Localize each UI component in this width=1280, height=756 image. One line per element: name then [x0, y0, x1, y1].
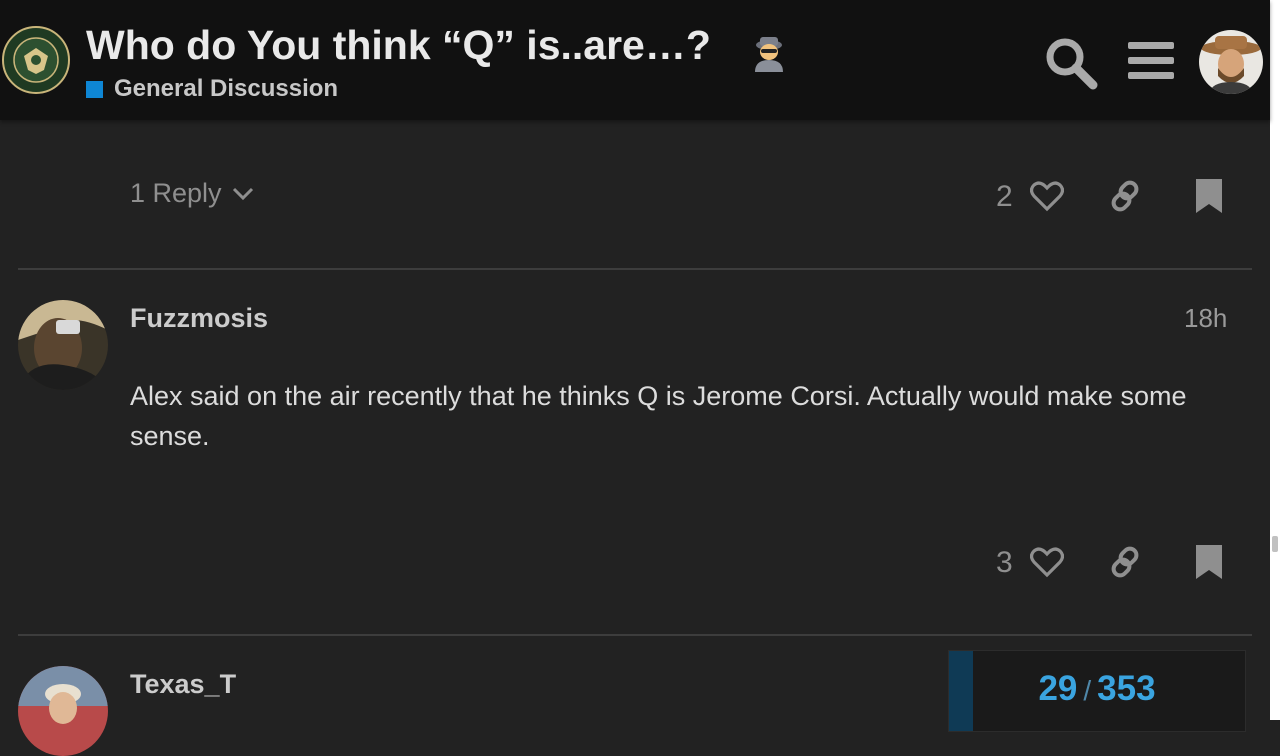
menu-icon[interactable]	[1128, 40, 1174, 82]
link-icon[interactable]	[1108, 179, 1142, 213]
heart-icon[interactable]	[1030, 180, 1064, 212]
post-avatar[interactable]	[18, 666, 108, 756]
progress-total: 353	[1097, 669, 1156, 708]
post-username[interactable]: Texas_T	[130, 669, 236, 700]
post-body: Alex said on the air recently that he th…	[130, 381, 1187, 451]
category-label: General Discussion	[114, 75, 339, 102]
category-badge[interactable]: General Discussion	[86, 75, 338, 103]
progress-current: 29	[1038, 669, 1078, 708]
post-date[interactable]: 18h	[1184, 303, 1227, 334]
topic-header: Who do You think “Q” is..are…? General D…	[0, 0, 1270, 120]
show-replies-button[interactable]: 1 Reply	[130, 178, 254, 209]
post-divider	[18, 634, 1252, 636]
search-icon[interactable]	[1044, 36, 1098, 90]
replies-label: 1 Reply	[130, 178, 222, 208]
post-username[interactable]: Fuzzmosis	[130, 303, 268, 334]
post-avatar-image	[18, 666, 108, 756]
bookmark-icon[interactable]	[1196, 545, 1222, 579]
site-logo[interactable]	[2, 26, 70, 94]
bookmark-icon[interactable]	[1196, 179, 1222, 213]
progress-separator: /	[1083, 675, 1092, 706]
user-avatar-image	[1199, 30, 1263, 94]
detective-icon	[755, 37, 783, 72]
page-scrollbar[interactable]	[1270, 0, 1280, 720]
link-icon[interactable]	[1108, 545, 1142, 579]
topic-title[interactable]: Who do You think “Q” is..are…?	[86, 22, 711, 69]
post-avatar[interactable]	[18, 300, 108, 390]
user-avatar[interactable]	[1199, 30, 1263, 94]
post-divider	[18, 268, 1252, 270]
heart-icon[interactable]	[1030, 546, 1064, 578]
topic-progress-label: 29/353	[949, 669, 1245, 709]
chevron-down-icon	[232, 187, 253, 200]
category-color-swatch	[86, 80, 103, 98]
scrollbar-thumb[interactable]	[1272, 536, 1278, 552]
post-avatar-image	[18, 300, 108, 390]
like-count: 2	[996, 180, 1013, 213]
like-count: 3	[996, 546, 1013, 579]
